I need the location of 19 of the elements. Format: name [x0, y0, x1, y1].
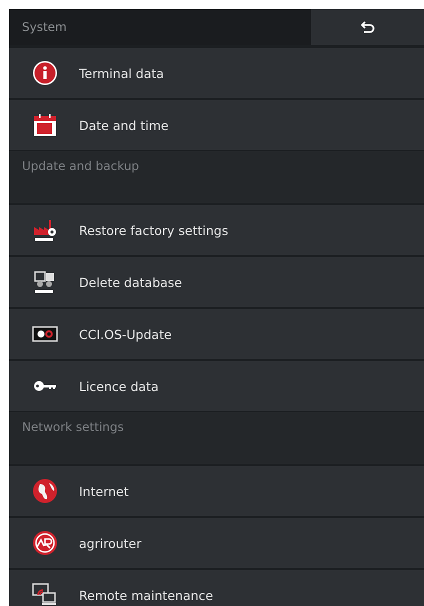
calendar-icon	[32, 112, 58, 138]
section-heading: Network settings	[9, 412, 424, 464]
info-icon	[32, 60, 58, 86]
factory-icon	[32, 217, 58, 243]
menu-item[interactable]: Licence data	[9, 361, 424, 411]
section-heading: Update and backup	[9, 151, 424, 203]
router-logo-icon	[32, 530, 58, 556]
menu-item[interactable]: Date and time	[9, 100, 424, 150]
back-arrow-icon	[360, 21, 374, 33]
menu-item[interactable]: Remote maintenance	[9, 570, 424, 606]
menu-item[interactable]: Delete database	[9, 257, 424, 307]
menu-item[interactable]: agrirouter	[9, 518, 424, 568]
menu-item[interactable]: Terminal data	[9, 48, 424, 98]
menu-item[interactable]: Internet	[9, 466, 424, 516]
menu-item[interactable]: CCI.OS-Update	[9, 309, 424, 359]
remote-screens-icon	[32, 582, 58, 606]
back-button[interactable]	[311, 9, 424, 45]
header-title: System	[21, 19, 68, 36]
menu-item[interactable]: Restore factory settings	[9, 205, 424, 255]
